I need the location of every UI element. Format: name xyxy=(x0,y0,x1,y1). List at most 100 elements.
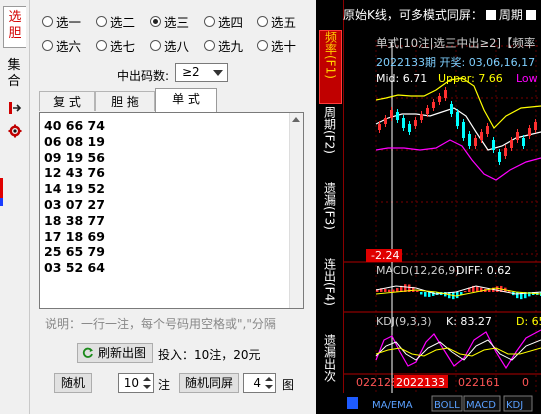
macd-histogram-bar xyxy=(516,292,519,299)
random-button[interactable]: 随机 xyxy=(54,373,92,393)
kdj-label: KDJ(9,3,3) xyxy=(376,315,432,328)
random-multi-screen-button[interactable]: 随机同屏 xyxy=(179,373,239,393)
radio-label: 选二 xyxy=(110,15,136,30)
radio-unchecked-icon xyxy=(204,40,215,51)
chart-side-tab-2[interactable]: 周期(F2) xyxy=(319,106,340,178)
refresh-chart-button[interactable]: 刷新出图 xyxy=(77,343,153,363)
candle-body xyxy=(450,104,453,114)
sidebar-tab-label: 选 胆 xyxy=(8,10,22,41)
screen-unit-label: 图 xyxy=(282,378,295,392)
left-sidebar: 选 胆 集 合 xyxy=(0,0,30,414)
radio-option-5[interactable]: 选五 xyxy=(257,12,296,31)
radio-option-10[interactable]: 选十 xyxy=(257,36,296,55)
candle-body xyxy=(522,138,525,146)
radio-option-7[interactable]: 选七 xyxy=(96,36,135,55)
chart-side-tab-4[interactable]: 连出(F4) xyxy=(319,258,340,330)
chart-side-tab-3[interactable]: 遗漏(F3) xyxy=(319,182,340,254)
radio-option-4[interactable]: 选四 xyxy=(204,12,243,31)
radio-option-2[interactable]: 选二 xyxy=(96,12,135,31)
spinner-arrows-icon[interactable] xyxy=(142,375,152,391)
multi-mode-label: 原始K线，可多模式同屏： xyxy=(343,8,483,22)
radio-label: 选六 xyxy=(56,39,82,54)
bottom-settings-icon xyxy=(347,397,358,409)
chart-side-tab-label: 频率(F1) xyxy=(323,31,338,79)
kdj-j-line xyxy=(375,329,541,370)
random-unit-label: 注 xyxy=(158,378,171,392)
radio-unchecked-icon xyxy=(42,40,53,51)
chart-side-tab-1[interactable]: 频率(F1) xyxy=(319,30,342,104)
kline-chart-canvas[interactable]: 单式[10注|选三中出≥2]【频率 2022133期 开奖: 03,06,16,1… xyxy=(316,0,541,414)
candle-body xyxy=(396,112,399,120)
candle-body xyxy=(444,90,447,98)
candle-body xyxy=(420,114,423,120)
macd-histogram-bar xyxy=(464,291,467,293)
radio-option-6[interactable]: 选六 xyxy=(42,36,81,55)
mid-value: Mid: 6.71 xyxy=(376,72,427,85)
random-count-spinner[interactable]: 10 xyxy=(118,373,154,393)
macd-histogram-bar xyxy=(420,292,423,295)
bet-line: 03 07 27 xyxy=(44,197,105,212)
textarea-scrollbar[interactable] xyxy=(289,113,303,308)
chart-top-bar: 原始K线，可多模式同屏： 周期 xyxy=(343,6,541,23)
indicator-tab-macd[interactable]: MACD xyxy=(466,400,496,411)
screen-count-spinner[interactable]: 4 xyxy=(243,373,276,393)
tab-compound[interactable]: 复 式 xyxy=(39,91,95,111)
radio-label: 选九 xyxy=(218,39,244,54)
radio-option-1[interactable]: 选一 xyxy=(42,12,81,31)
tab-label: 复 式 xyxy=(53,95,81,109)
radio-option-3[interactable]: 选三 xyxy=(150,12,189,31)
tab-banker-drag[interactable]: 胆 拖 xyxy=(95,91,155,111)
random-multi-screen-label: 随机同屏 xyxy=(184,376,233,390)
macd-histogram-bar xyxy=(456,292,459,299)
radio-unchecked-icon xyxy=(96,40,107,51)
bet-line: 40 66 74 xyxy=(44,118,105,133)
candle-body xyxy=(408,124,411,132)
macd-diff: DIFF: 0.62 xyxy=(456,264,511,277)
sidebar-tab-select-gall[interactable]: 选 胆 xyxy=(3,6,26,48)
bet-line: 14 19 52 xyxy=(44,181,105,197)
hit-count-value: ≥2 xyxy=(182,65,200,79)
kline-chart-panel: 单式[10注|选三中出≥2]【频率 2022133期 开奖: 03,06,16,1… xyxy=(316,0,541,414)
radio-label: 选一 xyxy=(56,15,82,30)
radio-option-8[interactable]: 选八 xyxy=(150,36,189,55)
radio-unchecked-icon xyxy=(204,16,215,27)
candle-body xyxy=(414,120,417,126)
candle-body xyxy=(528,128,531,136)
indicator-tab-boll[interactable]: BOLL xyxy=(434,400,460,411)
chevron-down-icon xyxy=(213,70,223,76)
radio-label: 选七 xyxy=(110,39,136,54)
screen-count-value: 4 xyxy=(253,376,261,390)
chart-mode-tabs: 频率(F1) 周期(F2) 遗漏(F3) 连出(F4) 遗漏出次 xyxy=(316,0,344,393)
scroll-up-arrow-icon[interactable] xyxy=(292,117,300,122)
spinner-arrows-icon[interactable] xyxy=(264,375,274,391)
chart-side-tab-5[interactable]: 遗漏出次 xyxy=(319,334,340,393)
hit-count-select[interactable]: ≥2 xyxy=(175,63,228,82)
bet-lines-textarea[interactable]: 40 66 74 06 08 19 09 19 56 12 43 76 14 19 52… xyxy=(39,112,304,309)
chart-side-tab-label: 遗漏(F3) xyxy=(322,182,337,230)
lower-value: Low xyxy=(516,72,538,85)
macd-histogram-bar xyxy=(424,292,427,297)
edge-marker-red xyxy=(0,178,3,198)
chart-side-tab-label: 周期(F2) xyxy=(322,106,337,154)
tab-single[interactable]: 单 式 xyxy=(155,88,217,112)
cycle-checkbox[interactable] xyxy=(525,10,536,20)
radio-option-9[interactable]: 选九 xyxy=(204,36,243,55)
x-tick-label: 2022133 xyxy=(396,376,445,389)
multi-mode-checkbox[interactable] xyxy=(485,10,496,20)
macd-histogram-bar xyxy=(392,289,395,292)
investment-summary: 投入：10注，20元 xyxy=(158,348,261,362)
settings-gear-icon[interactable] xyxy=(8,124,22,138)
export-icon[interactable] xyxy=(8,101,22,115)
indicator-tab-ma-ema[interactable]: MA/EMA xyxy=(372,400,413,411)
chart-period: 2022133期 开奖: 03,06,16,17 xyxy=(376,55,535,69)
sidebar-tab-collection[interactable]: 集 合 xyxy=(3,58,25,92)
macd-histogram-bar xyxy=(388,289,391,292)
candle-body xyxy=(432,102,435,108)
indicator-tab-kdj[interactable]: KDJ xyxy=(506,400,523,411)
candle-body xyxy=(426,108,429,114)
radio-label: 选三 xyxy=(164,15,190,30)
refresh-chart-label: 刷新出图 xyxy=(98,346,147,360)
chart-side-tab-label: 遗漏出次 xyxy=(322,334,337,382)
radio-label: 选四 xyxy=(218,15,244,30)
candle-body xyxy=(402,118,405,128)
